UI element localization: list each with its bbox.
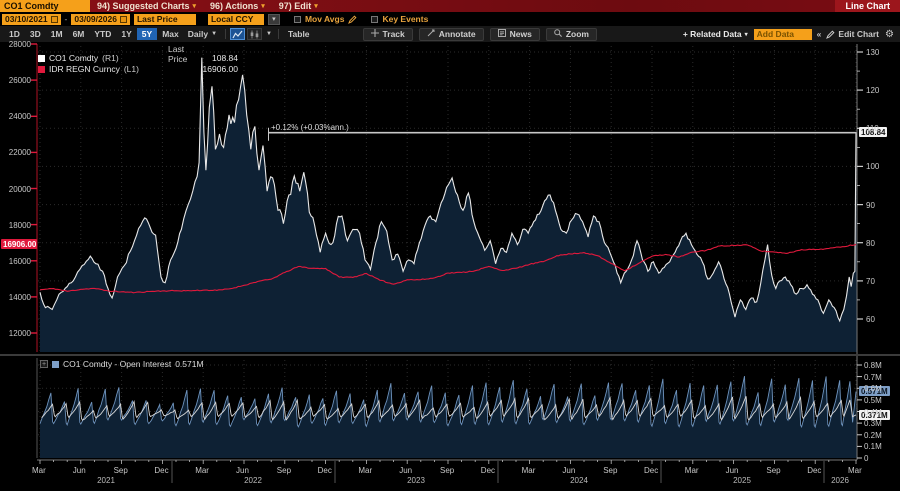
oi-line (40, 376, 856, 427)
chart-canvas[interactable] (0, 0, 900, 491)
bloomberg-gp-chart-window: CO1 Comdty 94) Suggested Charts ▾ 96) Ac… (0, 0, 900, 491)
panel-divider-handle[interactable] (0, 354, 900, 356)
oi-overlay-line (42, 396, 856, 420)
